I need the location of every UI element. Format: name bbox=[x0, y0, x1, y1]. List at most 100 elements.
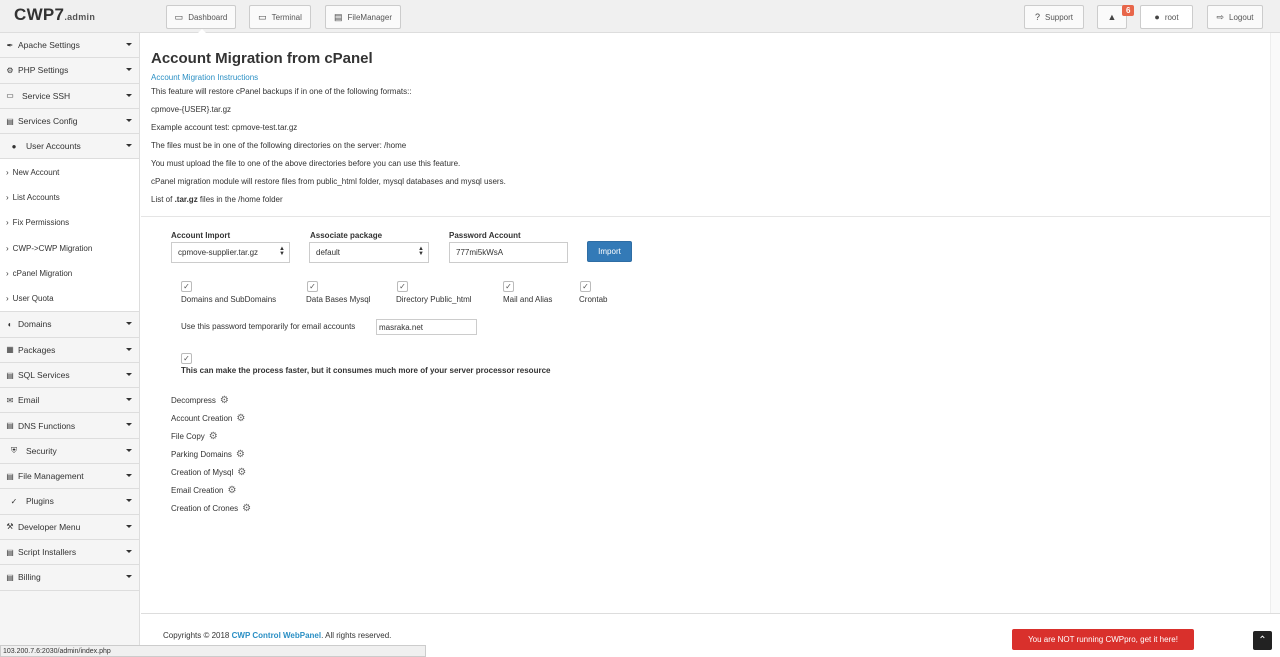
wrench-icon: ⚒ bbox=[6, 522, 14, 532]
sidebar-item-billing[interactable]: ▤ Billing bbox=[0, 565, 139, 591]
checkbox-crontab-label: Crontab bbox=[579, 295, 608, 304]
scroll-top-button[interactable]: ⌃ bbox=[1253, 631, 1272, 650]
gear-icon: ⚙ bbox=[208, 431, 218, 442]
sidebar-item-php-settings[interactable]: ⚙ PHP Settings bbox=[0, 58, 139, 84]
sidebar-item-service-ssh[interactable]: ▭ Service SSH bbox=[0, 83, 139, 109]
chevron-up-icon: ⌃ bbox=[1258, 635, 1267, 646]
sidebar-item-label: DNS Functions bbox=[18, 420, 76, 431]
gear-icon: ⚙ bbox=[227, 485, 237, 496]
copyright-link[interactable]: CWP Control WebPanel bbox=[232, 631, 322, 640]
monitor-icon: ▭ bbox=[6, 91, 14, 101]
sidebar-subitem-fix-permissions[interactable]: Fix Permissions bbox=[0, 210, 139, 236]
import-button[interactable]: Import bbox=[587, 241, 632, 262]
gear-icon: ⚙ bbox=[219, 395, 229, 406]
checkbox-public-html[interactable]: ✓ bbox=[397, 281, 408, 292]
sidebar-item-user-accounts[interactable]: ● User Accounts bbox=[0, 134, 139, 160]
logout-button[interactable]: ⇨ Logout bbox=[1207, 5, 1263, 29]
step-item: Creation of Mysql ⚙ bbox=[171, 467, 246, 478]
sidebar-item-file-management[interactable]: ▤ File Management bbox=[0, 464, 139, 490]
step-label: Creation of Mysql bbox=[171, 468, 234, 477]
caret-down-icon bbox=[126, 347, 132, 351]
sidebar-item-label: Packages bbox=[18, 344, 56, 355]
browser-status-bar: 103.200.7.6:2030/admin/index.php bbox=[0, 645, 426, 657]
brand-logo[interactable]: CWP7.admin bbox=[14, 5, 95, 25]
instructions-link[interactable]: Account Migration Instructions bbox=[151, 73, 258, 82]
step-label: Email Creation bbox=[171, 486, 224, 495]
caret-down-icon bbox=[126, 499, 132, 503]
feather-icon: ✒ bbox=[6, 40, 14, 50]
step-label: Decompress bbox=[171, 396, 216, 405]
copyright-prefix: Copyrights © 2018 bbox=[163, 631, 232, 640]
sidebar-item-label: Service SSH bbox=[22, 90, 71, 101]
list-icon: ▤ bbox=[6, 547, 14, 557]
sidebar-item-sql-services[interactable]: ▤ SQL Services bbox=[0, 362, 139, 389]
sidebar-item-apache-settings[interactable]: ✒ Apache Settings bbox=[0, 33, 139, 59]
sidebar-item-packages[interactable]: ▦ Packages bbox=[0, 337, 139, 363]
filemanager-button[interactable]: ▤ FileManager bbox=[325, 5, 401, 29]
email-password-input[interactable]: masraka.net bbox=[376, 319, 477, 335]
step-item: Email Creation ⚙ bbox=[171, 485, 236, 496]
scrollbar[interactable] bbox=[1270, 33, 1280, 613]
info-line: cpmove-{USER}.tar.gz bbox=[151, 105, 232, 114]
step-item: Creation of Crones ⚙ bbox=[171, 503, 251, 514]
user-icon: ● bbox=[11, 141, 17, 151]
sidebar-subitem-new-account[interactable]: New Account bbox=[0, 159, 139, 185]
sidebar-item-security[interactable]: ⛨ Security bbox=[0, 438, 139, 465]
gear-icon: ⚙ bbox=[235, 449, 245, 460]
checkbox-domains[interactable]: ✓ bbox=[181, 281, 192, 292]
copyright-suffix: . All rights reserved. bbox=[321, 631, 392, 640]
checkbox-crontab[interactable]: ✓ bbox=[580, 281, 591, 292]
caret-down-icon bbox=[126, 43, 132, 46]
user-menu-button[interactable]: ● root bbox=[1140, 5, 1193, 29]
support-button[interactable]: ? Support bbox=[1024, 5, 1084, 29]
sidebar-subitem-user-quota[interactable]: User Quota bbox=[0, 285, 139, 312]
account-import-select[interactable]: cpmove-supplier.tar.gz ▲ ▼ bbox=[171, 242, 290, 263]
sidebar-subitem-list-accounts[interactable]: List Accounts bbox=[0, 184, 139, 211]
sidebar-item-script-installers[interactable]: ▤ Script Installers bbox=[0, 539, 139, 566]
checkbox-mail[interactable]: ✓ bbox=[503, 281, 514, 292]
sidebar-item-dns-functions[interactable]: ▤ DNS Functions bbox=[0, 413, 139, 439]
password-input[interactable]: 777mi5kWsA bbox=[449, 242, 568, 263]
fast-process-note: This can make the process faster, but it… bbox=[181, 366, 551, 375]
sidebar-subitem-cpanel-migration[interactable]: cPanel Migration bbox=[0, 260, 139, 286]
sidebar-item-domains[interactable]: ◐ Domains bbox=[0, 312, 139, 338]
terminal-button[interactable]: ▭ Terminal bbox=[249, 5, 311, 29]
sidebar-item-developer-menu[interactable]: ⚒ Developer Menu bbox=[0, 514, 139, 540]
logout-icon: ⇨ bbox=[1216, 11, 1225, 22]
shield-icon: ⛨ bbox=[11, 445, 17, 455]
main-content: Account Migration from cPanel Account Mi… bbox=[141, 33, 1280, 613]
sidebar-item-email[interactable]: ✉ Email bbox=[0, 388, 139, 414]
divider bbox=[141, 216, 1280, 217]
sidebar-item-plugins[interactable]: ✓ Plugins bbox=[0, 489, 139, 515]
sidebar-item-label: File Management bbox=[18, 471, 84, 482]
select-arrows-icon: ▲ ▼ bbox=[279, 246, 285, 257]
step-item: File Copy ⚙ bbox=[171, 431, 218, 442]
step-label: Parking Domains bbox=[171, 450, 232, 459]
file-list-prefix: List of bbox=[151, 195, 175, 204]
top-bar: CWP7.admin ▭ Dashboard ▭ Terminal ▤ File… bbox=[0, 0, 1280, 34]
sidebar-item-label: Billing bbox=[18, 572, 41, 583]
caret-down-icon bbox=[126, 549, 132, 553]
caret-down-icon bbox=[126, 524, 132, 528]
cwppro-button[interactable]: You are NOT running CWPpro, get it here! bbox=[1012, 629, 1194, 650]
caret-down-icon bbox=[126, 93, 132, 97]
sidebar-subitem-cwp-migration[interactable]: CWP->CWP Migration bbox=[0, 235, 139, 261]
logout-label: Logout bbox=[1229, 12, 1254, 22]
user-icon: ● bbox=[1154, 12, 1160, 22]
sidebar-item-label: Security bbox=[26, 445, 57, 456]
user-label: root bbox=[1164, 12, 1179, 22]
checkbox-fast-process[interactable]: ✓ bbox=[181, 353, 192, 364]
sidebar-item-services-config[interactable]: ▤ Services Config bbox=[0, 108, 139, 135]
file-list-ext: .tar.gz bbox=[174, 195, 198, 204]
globe-icon: ◐ bbox=[7, 319, 13, 329]
step-item: Decompress ⚙ bbox=[171, 395, 229, 406]
plug-icon: ✓ bbox=[10, 496, 18, 506]
package-select[interactable]: default ▲ ▼ bbox=[309, 242, 429, 263]
database-icon: ▤ bbox=[6, 370, 14, 380]
info-line: cPanel migration module will restore fil… bbox=[151, 177, 506, 186]
checkbox-databases[interactable]: ✓ bbox=[307, 281, 318, 292]
sidebar-item-label: PHP Settings bbox=[18, 65, 69, 76]
checkbox-public-html-label: Directory Public_html bbox=[396, 295, 472, 304]
sidebar-item-label: Plugins bbox=[26, 496, 54, 507]
dashboard-button[interactable]: ▭ Dashboard bbox=[166, 5, 236, 29]
